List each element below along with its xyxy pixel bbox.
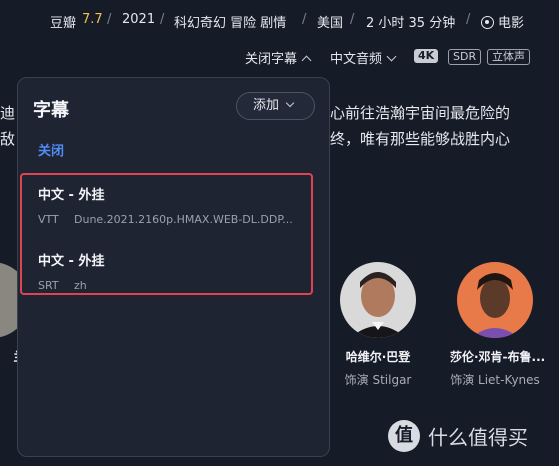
subtitle-off-option[interactable]: 关闭 [38,140,64,159]
year: 2021 [122,12,156,27]
separator: / [107,12,112,27]
watermark: 值什么值得买 [388,420,528,452]
separator: / [466,12,471,27]
panel-title: 字幕 [33,100,69,121]
media-type: 电影 [481,12,524,31]
synopsis-line-2: 终，唯有那些能够战胜内心 [330,130,511,148]
subtitle-panel: 字幕 添加 关闭 中文 - 外挂 VTT Dune.2021.2160p.HMAX… [17,77,330,457]
track-meta: VTT Dune.2021.2160p.HMAX.WEB-DL.DDP... [38,213,293,226]
badge-sdr: SDR [448,49,482,65]
badge-4k: 4K [414,49,439,63]
avatar [457,262,533,338]
film-icon [481,16,494,29]
separator: / [350,12,355,27]
subtitle-track[interactable]: 中文 - 外挂 SRT zh [38,250,298,292]
chevron-down-icon [285,98,295,108]
subtitle-toggle-button[interactable]: 关闭字幕 [245,48,312,67]
smzdm-logo-icon: 值 [388,420,420,452]
genres: 科幻奇幻 冒险 剧情 [174,16,287,31]
duration: 2 小时 35 分钟 [366,16,456,31]
synopsis-line-1: 心前往浩瀚宇宙间最危险的 [330,104,511,122]
badge-stereo: 立体声 [487,49,530,65]
separator: / [160,12,165,27]
subtitle-track[interactable]: 中文 - 外挂 VTT Dune.2021.2160p.HMAX.WEB-DL.D… [38,184,298,226]
separator: / [302,12,307,27]
cast-member[interactable]: 莎伦·邓肯-布鲁... 饰演 Liet-Kynes [450,262,545,388]
audio-select[interactable]: 中文音频 [330,48,397,67]
avatar [340,262,416,338]
track-title: 中文 - 外挂 [38,254,105,269]
track-meta: SRT zh [38,279,87,292]
country: 美国 [317,16,344,31]
track-title: 中文 - 外挂 [38,188,105,203]
chevron-up-icon [301,55,312,66]
synopsis-fragment: 迪 [0,104,16,122]
rating-value: 7.7 [82,12,103,27]
add-subtitle-button[interactable]: 添加 [236,92,315,120]
rating-source[interactable]: 豆瓣 [50,12,76,31]
synopsis-fragment: 敌 [0,130,16,148]
chevron-down-icon [386,51,397,62]
cast-member[interactable]: 哈维尔·巴登 饰演 Stilgar [333,262,423,388]
